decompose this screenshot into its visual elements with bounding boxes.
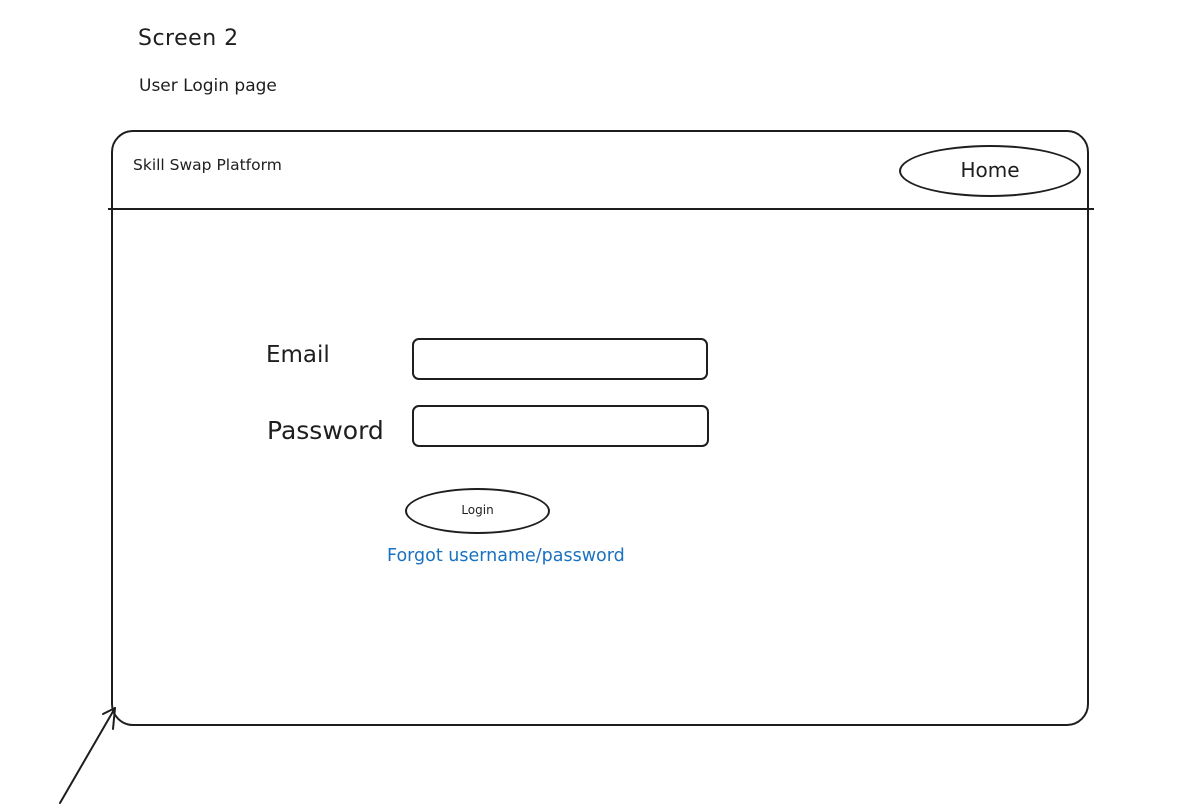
screen-title: Screen 2 xyxy=(138,26,239,51)
brand-title: Skill Swap Platform xyxy=(133,156,282,174)
header-divider xyxy=(108,208,1094,210)
forgot-credentials-link[interactable]: Forgot username/password xyxy=(387,546,625,566)
password-field[interactable] xyxy=(412,405,709,447)
email-field[interactable] xyxy=(412,338,708,380)
password-label: Password xyxy=(267,416,384,445)
screen-subtitle: User Login page xyxy=(139,76,277,96)
login-button[interactable]: Login xyxy=(405,488,550,534)
home-button[interactable]: Home xyxy=(899,145,1081,197)
email-label: Email xyxy=(266,342,330,368)
